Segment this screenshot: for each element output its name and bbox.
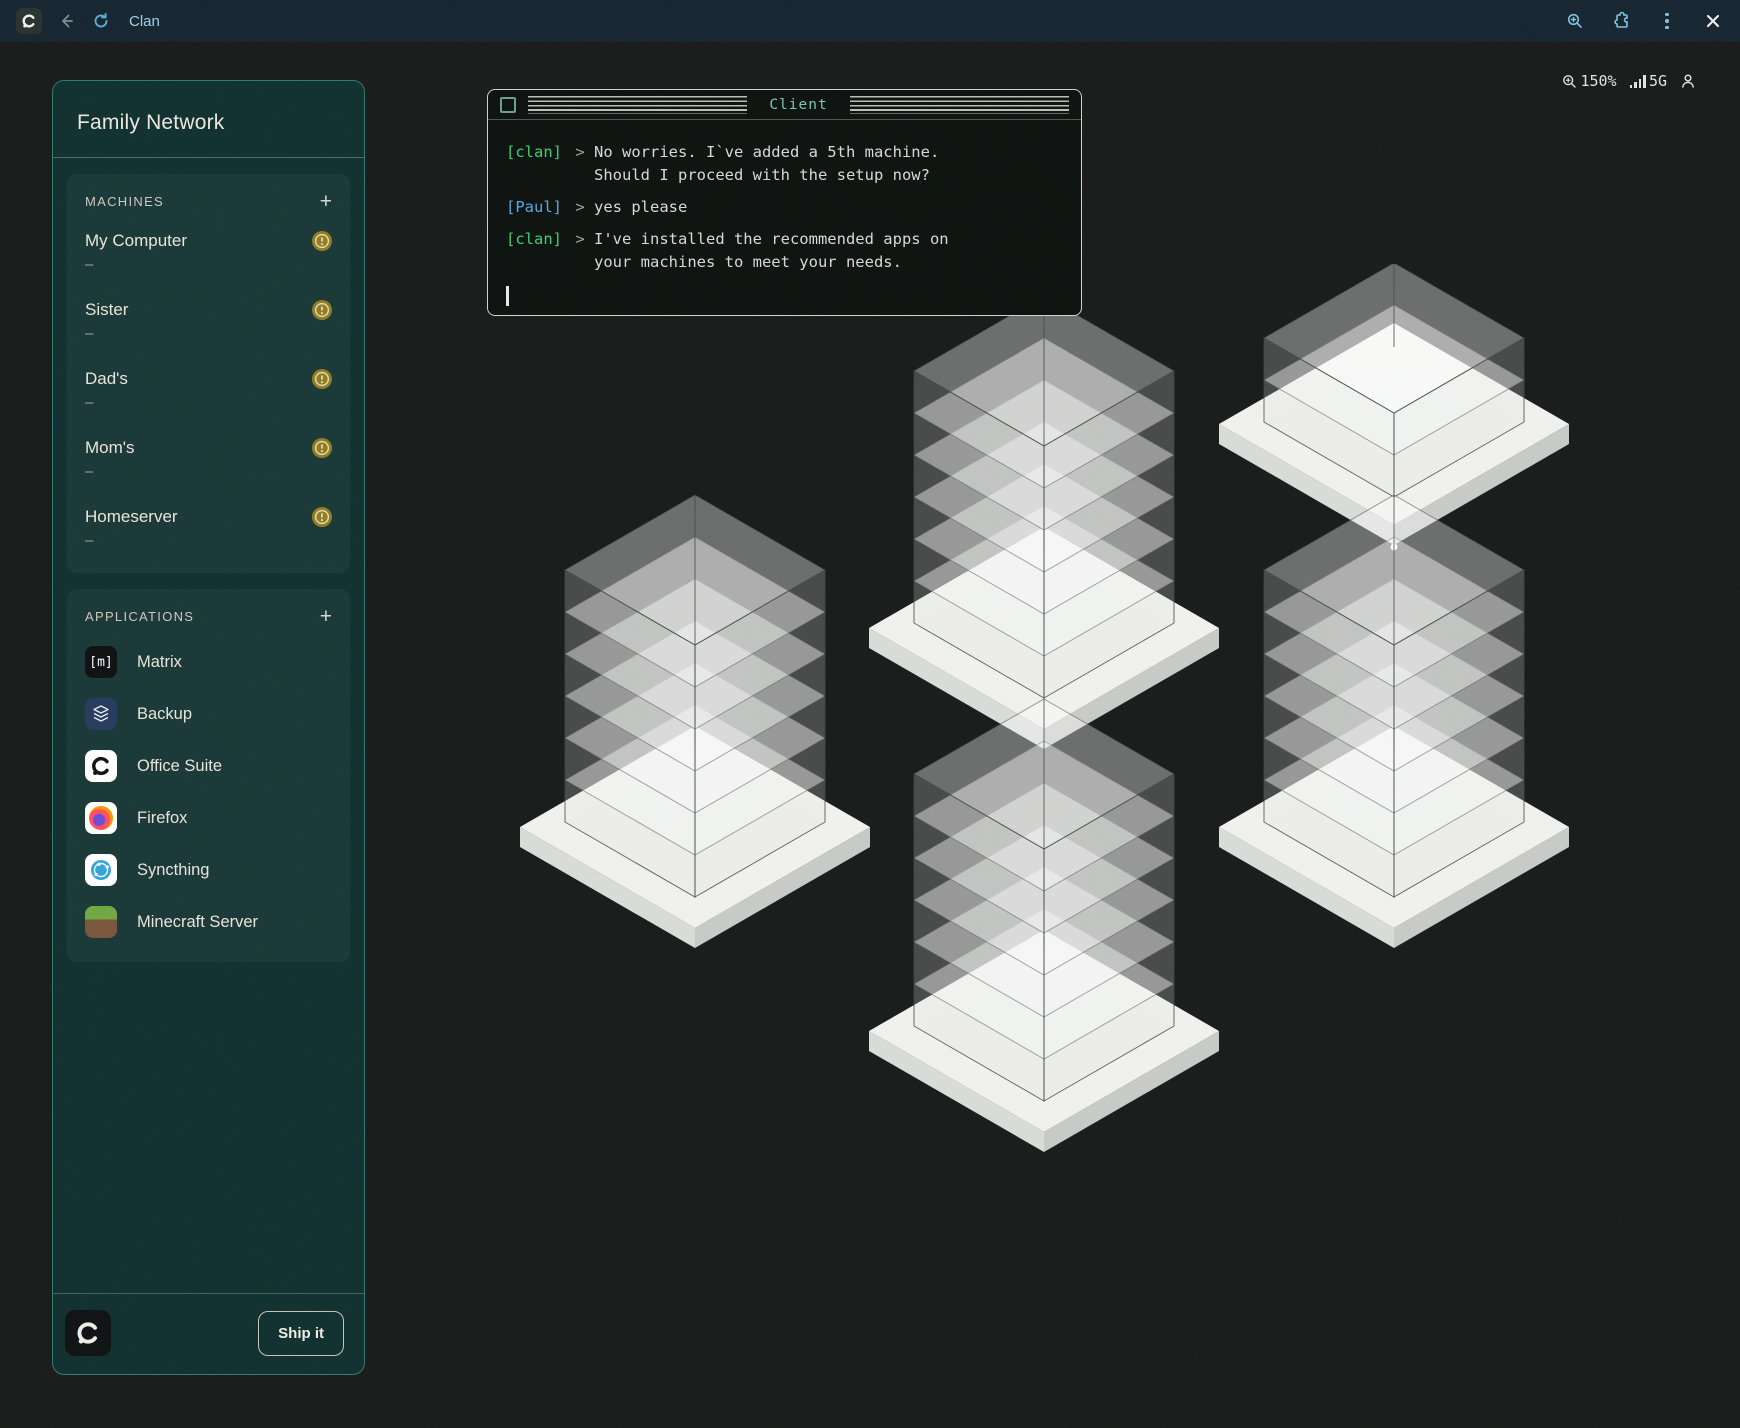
application-name: Firefox [137, 809, 187, 828]
sidebar: Family Network MACHINES + My Computer–Si… [52, 80, 365, 1375]
machine-name: Mom's [85, 438, 135, 458]
machine-item[interactable]: Mom's – [85, 438, 332, 480]
network-indicator: 5G [1630, 72, 1667, 90]
zoom-level: 150% [1580, 72, 1616, 90]
browser-titlebar: Clan [0, 0, 1740, 42]
message-text: I've installed the recommended apps on y… [594, 228, 1063, 274]
menu-icon[interactable] [1656, 10, 1678, 32]
message-text: yes please [594, 196, 1063, 219]
machine-item[interactable]: Sister – [85, 300, 332, 342]
browser-tab-title: Clan [129, 13, 160, 30]
machine-name: My Computer [85, 231, 187, 251]
message-text: No worries. I`ve added a 5th machine. Sh… [594, 141, 1063, 187]
ship-it-button[interactable]: Ship it [258, 1311, 344, 1356]
matrix-icon: [m] [85, 646, 117, 678]
clan-logo-icon [16, 8, 42, 34]
warning-badge [312, 369, 332, 389]
clipped-message: [clan] > [506, 122, 1063, 132]
add-machine-button[interactable]: + [320, 195, 332, 209]
clan-logo-icon [65, 1310, 111, 1356]
refresh-icon[interactable] [90, 10, 112, 32]
minecraft-icon [85, 906, 117, 938]
terminal-body: [clan] > [clan]>No worries. I`ve added a… [488, 120, 1081, 315]
office-suite-icon [85, 750, 117, 782]
extensions-icon[interactable] [1610, 10, 1632, 32]
application-name: Syncthing [137, 861, 209, 880]
terminal-cursor[interactable] [506, 286, 509, 306]
machine-item[interactable]: Homeserver – [85, 507, 332, 549]
message-prompt: > [566, 141, 594, 187]
message-author: [clan] [506, 228, 566, 274]
syncthing-icon [85, 854, 117, 886]
window-box-icon[interactable] [500, 97, 516, 113]
terminal-message: [clan]>I've installed the recommended ap… [506, 228, 1063, 274]
application-name: Matrix [137, 653, 182, 672]
firefox-icon [85, 802, 117, 834]
machine-tower-tall[interactable] [1214, 467, 1574, 962]
status-indicators: 150% 5G [1562, 72, 1696, 90]
add-application-button[interactable]: + [320, 610, 332, 624]
signal-icon [1630, 75, 1646, 88]
machine-status: – [85, 256, 332, 273]
application-item[interactable]: Minecraft Server [85, 906, 332, 938]
message-prompt: > [566, 228, 594, 274]
message-author: [clan] [506, 141, 566, 187]
machine-item[interactable]: My Computer – [85, 231, 332, 273]
back-icon[interactable] [55, 10, 77, 32]
network-title: Family Network [53, 81, 364, 135]
applications-panel: APPLICATIONS + [m] Matrix Backup Office Sui… [67, 589, 350, 962]
application-item[interactable]: Firefox [85, 802, 332, 834]
client-terminal-window: Client [clan] > [clan]>No worries. I`ve … [487, 89, 1082, 316]
backup-icon [85, 698, 117, 730]
terminal-message: [clan]>No worries. I`ve added a 5th mach… [506, 141, 1063, 187]
application-item[interactable]: [m] Matrix [85, 646, 332, 678]
machine-tower-tall[interactable] [515, 467, 875, 962]
warning-badge [312, 300, 332, 320]
zoom-indicator: 150% [1562, 72, 1616, 90]
network-label: 5G [1649, 72, 1667, 90]
terminal-message: [Paul]>yes please [506, 196, 1063, 219]
applications-header: APPLICATIONS [85, 609, 194, 624]
message-prompt: > [566, 196, 594, 219]
application-name: Minecraft Server [137, 913, 258, 932]
main-canvas: 150% 5G Client [clan] > [clan]>No worrie… [0, 42, 1740, 1428]
zoom-in-icon[interactable] [1564, 10, 1586, 32]
divider [53, 157, 364, 158]
machine-name: Homeserver [85, 507, 178, 527]
terminal-titlebar[interactable]: Client [488, 90, 1081, 120]
machines-panel: MACHINES + My Computer–Sister–Dad's–Mom'… [67, 174, 350, 573]
user-icon[interactable] [1680, 73, 1696, 89]
application-item[interactable]: Office Suite [85, 750, 332, 782]
warning-badge [312, 507, 332, 527]
machine-name: Dad's [85, 369, 128, 389]
warning-badge [312, 438, 332, 458]
application-name: Office Suite [137, 757, 222, 776]
warning-badge [312, 231, 332, 251]
machine-tower-tall[interactable] [864, 671, 1224, 1166]
machine-status: – [85, 394, 332, 411]
zoom-icon [1562, 74, 1577, 89]
message-author: [Paul] [506, 196, 566, 219]
application-item[interactable]: Syncthing [85, 854, 332, 886]
titlebar-stripes [528, 94, 747, 116]
terminal-title: Client [759, 97, 837, 113]
titlebar-stripes [850, 94, 1069, 116]
machines-header: MACHINES [85, 194, 164, 209]
close-icon[interactable] [1702, 10, 1724, 32]
application-name: Backup [137, 705, 192, 724]
machine-status: – [85, 532, 332, 549]
machine-status: – [85, 463, 332, 480]
application-item[interactable]: Backup [85, 698, 332, 730]
machine-status: – [85, 325, 332, 342]
machine-name: Sister [85, 300, 128, 320]
machine-item[interactable]: Dad's – [85, 369, 332, 411]
